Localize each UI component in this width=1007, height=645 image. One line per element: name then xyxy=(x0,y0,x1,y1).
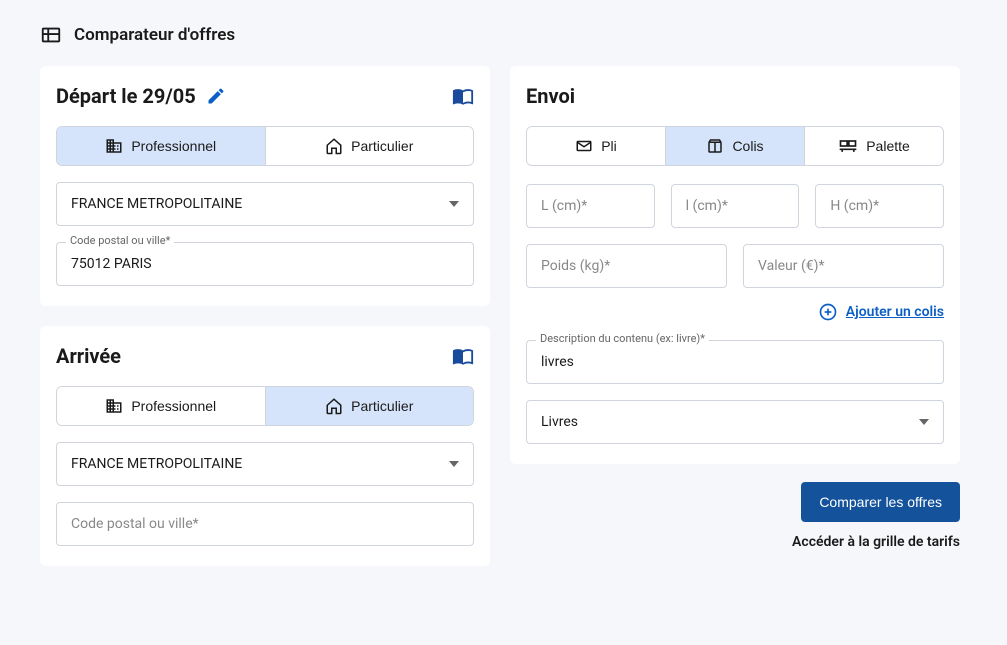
arrivee-card: Arrivée Professionnel Particulier xyxy=(40,326,490,566)
width-input[interactable] xyxy=(671,184,800,228)
chevron-down-icon xyxy=(919,417,929,427)
depart-postal-input[interactable] xyxy=(56,242,474,286)
depart-tab-particulier[interactable]: Particulier xyxy=(266,127,474,165)
envelope-icon xyxy=(575,137,593,155)
envoi-tab-colis[interactable]: Colis xyxy=(666,127,805,165)
depart-tab-pro-label: Professionnel xyxy=(131,138,216,154)
chevron-down-icon xyxy=(449,199,459,209)
book-icon[interactable] xyxy=(452,345,474,367)
arrivee-tab-particulier[interactable]: Particulier xyxy=(266,387,474,425)
pallet-icon xyxy=(838,137,858,155)
arrivee-tab-professionnel[interactable]: Professionnel xyxy=(57,387,266,425)
category-value: Livres xyxy=(541,414,578,430)
compare-icon xyxy=(40,24,62,46)
arrivee-tab-part-label: Particulier xyxy=(351,398,413,414)
weight-input[interactable] xyxy=(526,244,727,288)
arrivee-tab-pro-label: Professionnel xyxy=(131,398,216,414)
arrivee-title: Arrivée xyxy=(56,344,121,368)
envoi-card: Envoi Pli Colis xyxy=(510,66,960,464)
envoi-tab-pli[interactable]: Pli xyxy=(527,127,666,165)
page-header: Comparateur d'offres xyxy=(40,24,967,46)
home-icon xyxy=(325,397,343,415)
depart-type-tabs: Professionnel Particulier xyxy=(56,126,474,166)
envoi-title: Envoi xyxy=(526,84,575,108)
envoi-tab-colis-label: Colis xyxy=(732,138,763,154)
depart-country-value: FRANCE METROPOLITAINE xyxy=(71,196,242,212)
envoi-tab-pli-label: Pli xyxy=(601,138,617,154)
depart-date: 29/05 xyxy=(142,84,195,108)
book-icon[interactable] xyxy=(452,85,474,107)
depart-country-select[interactable]: FRANCE METROPOLITAINE xyxy=(56,182,474,226)
add-colis-label: Ajouter un colis xyxy=(846,304,944,320)
depart-title-prefix: Départ le xyxy=(56,84,142,108)
length-input[interactable] xyxy=(526,184,655,228)
category-select[interactable]: Livres xyxy=(526,400,944,444)
depart-card: Départ le 29/05 Professionnel xyxy=(40,66,490,306)
arrivee-type-tabs: Professionnel Particulier xyxy=(56,386,474,426)
edit-icon[interactable] xyxy=(206,86,226,106)
height-input[interactable] xyxy=(815,184,944,228)
building-icon xyxy=(105,397,123,415)
add-colis-link[interactable]: Ajouter un colis xyxy=(818,302,944,322)
home-icon xyxy=(325,137,343,155)
description-input[interactable] xyxy=(526,340,944,384)
depart-title: Départ le 29/05 xyxy=(56,84,226,108)
value-input[interactable] xyxy=(743,244,944,288)
depart-tab-part-label: Particulier xyxy=(351,138,413,154)
page-title: Comparateur d'offres xyxy=(74,25,235,45)
package-icon xyxy=(706,137,724,155)
description-label: Description du contenu (ex: livre)* xyxy=(536,332,709,345)
arrivee-postal-input[interactable] xyxy=(56,502,474,546)
building-icon xyxy=(105,137,123,155)
tariff-link[interactable]: Accéder à la grille de tarifs xyxy=(792,534,960,550)
chevron-down-icon xyxy=(449,459,459,469)
arrivee-country-value: FRANCE METROPOLITAINE xyxy=(71,456,242,472)
envoi-tab-palette[interactable]: Palette xyxy=(805,127,943,165)
compare-button[interactable]: Comparer les offres xyxy=(801,482,960,522)
plus-circle-icon xyxy=(818,302,838,322)
envoi-tab-palette-label: Palette xyxy=(866,138,910,154)
depart-tab-professionnel[interactable]: Professionnel xyxy=(57,127,266,165)
arrivee-country-select[interactable]: FRANCE METROPOLITAINE xyxy=(56,442,474,486)
depart-postal-label: Code postal ou ville* xyxy=(66,234,174,247)
envoi-type-tabs: Pli Colis xyxy=(526,126,944,166)
